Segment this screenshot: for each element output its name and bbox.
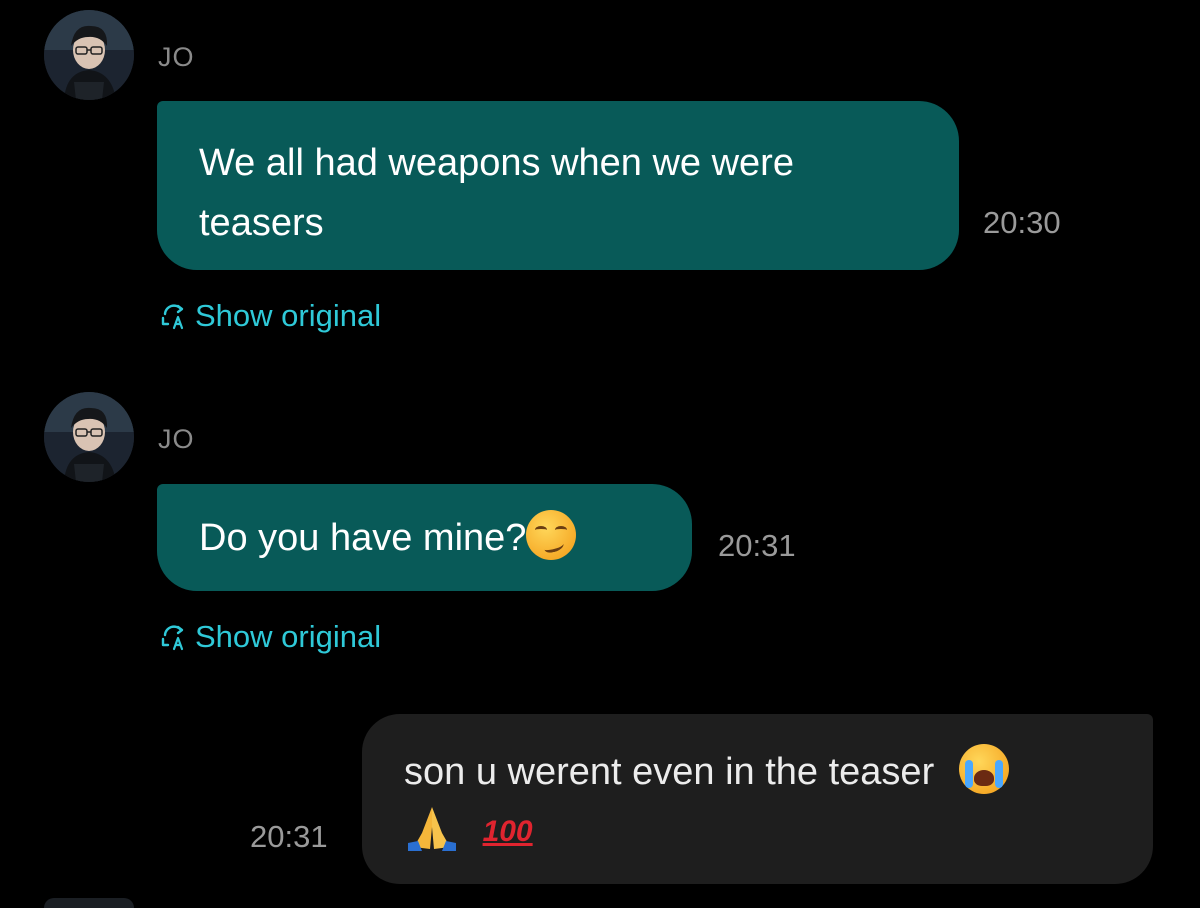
message-bubble[interactable]: We all had weapons when we were teasers [157,101,959,270]
folded-hands-icon [404,803,460,853]
hundred-points-icon: 100 [482,815,533,848]
smirking-face-icon [526,510,577,560]
avatar[interactable] [44,898,134,908]
show-original-label: Show original [195,619,382,654]
sender-name: JO [158,42,195,72]
message-bubble[interactable]: son u werent even in the teaser 100 [362,714,1153,884]
message-timestamp: 20:31 [250,819,328,854]
avatar[interactable] [44,10,134,100]
show-original-link[interactable]: Show original [159,619,381,655]
translate-icon [159,301,189,331]
avatar[interactable] [44,392,134,482]
message-text: We all had weapons when we were teasers [199,142,794,244]
loudly-crying-face-icon [958,744,1009,794]
show-original-label: Show original [195,298,382,333]
translate-icon [159,622,189,652]
sender-name: JO [158,424,195,454]
message-timestamp: 20:31 [718,528,796,563]
message-text: son u werent even in the teaser [404,751,935,793]
show-original-link[interactable]: Show original [159,298,381,334]
message-text: Do you have mine? [199,517,527,559]
message-bubble[interactable]: Do you have mine? [157,484,692,591]
message-timestamp: 20:30 [983,205,1061,240]
